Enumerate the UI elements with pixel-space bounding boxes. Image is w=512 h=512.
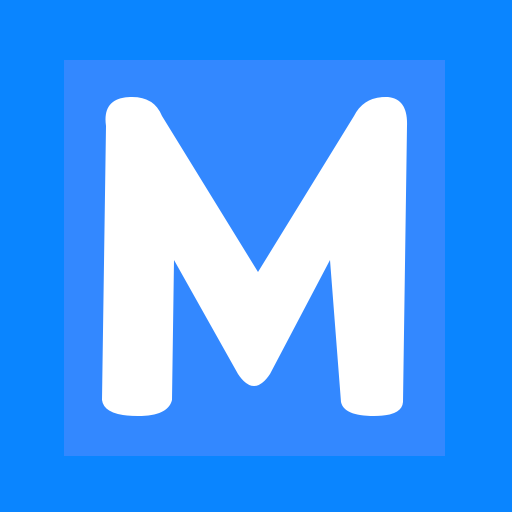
icon-tile — [64, 60, 445, 456]
app-icon — [0, 0, 512, 512]
m-letter-shape — [102, 96, 408, 416]
m-letter-icon — [102, 96, 408, 416]
